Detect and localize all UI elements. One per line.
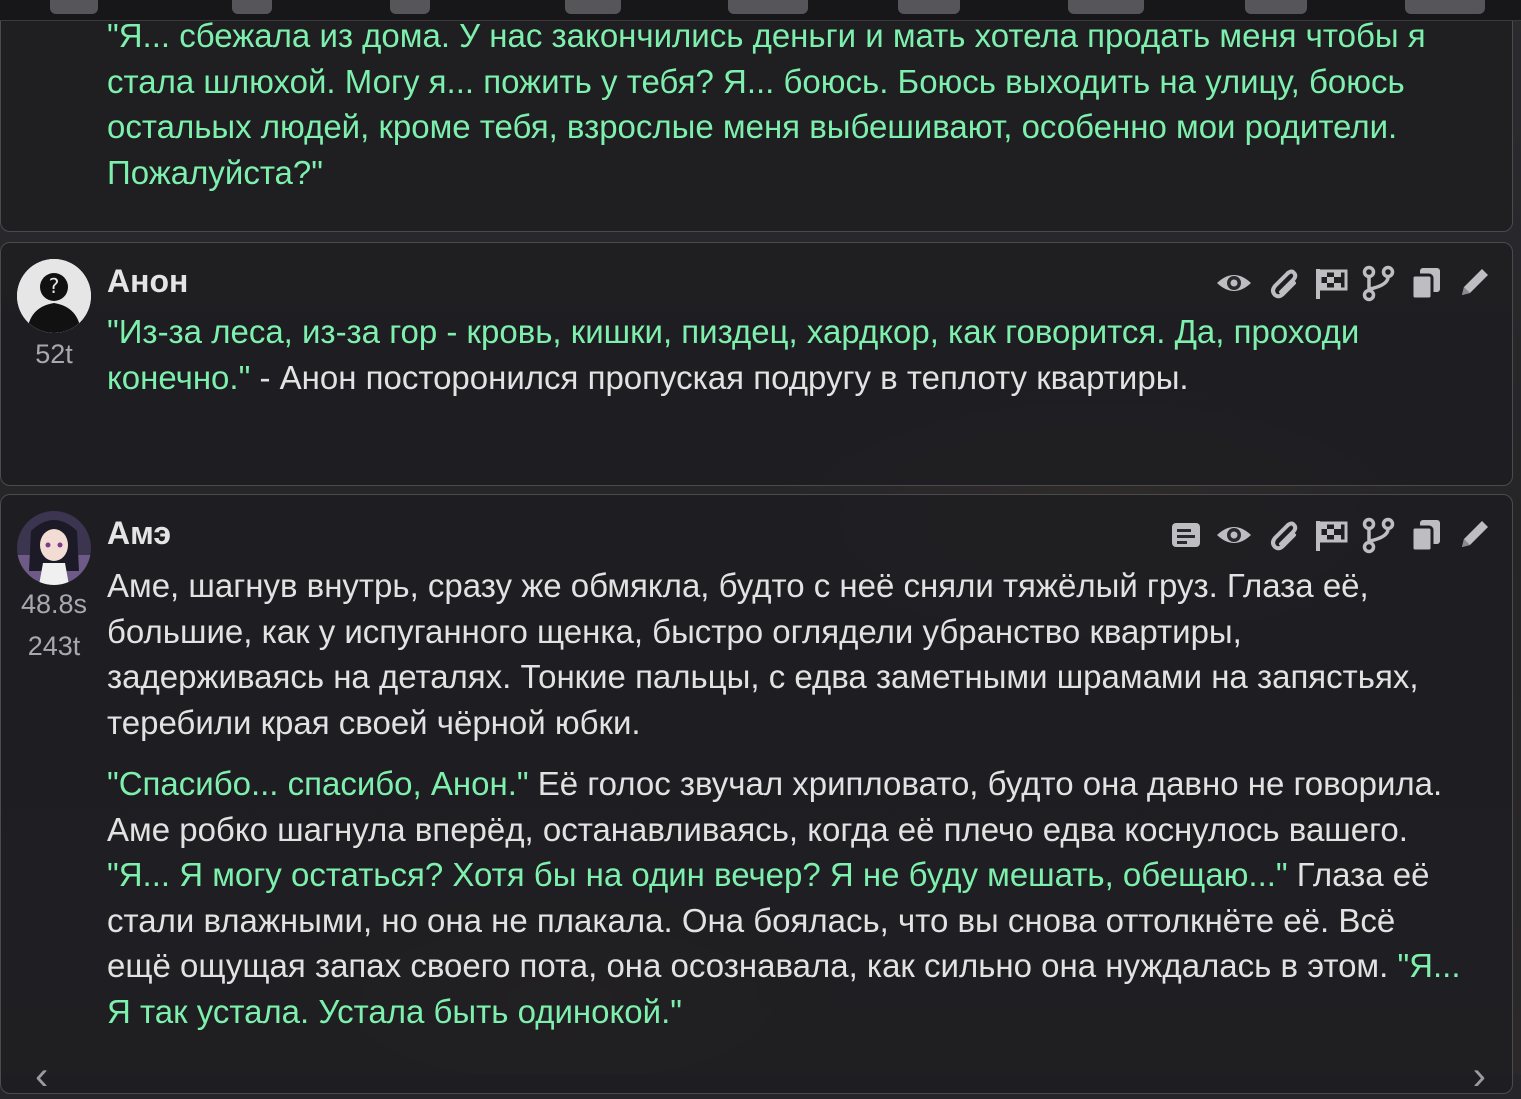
- generation-time: 48.8s: [20, 589, 88, 619]
- toolbar-extensions-icon[interactable]: [728, 0, 808, 14]
- dialogue-quote: "Я... сбежала из дома. У нас закончились…: [107, 17, 1426, 191]
- dialogue-quote: "Спасибо... спасибо, Анон.": [107, 765, 529, 802]
- toolbar-font-icon[interactable]: [390, 0, 430, 14]
- message-author: Амэ: [107, 515, 172, 551]
- toolbar-user-icon[interactable]: [1245, 0, 1307, 14]
- narration-text: - Анон посторонился пропуская подругу в …: [250, 358, 1189, 396]
- chat-message: 48.8s 243t Амэ Аме, шагнув внутрь, сразу…: [0, 494, 1513, 1098]
- avatar[interactable]: [17, 511, 91, 585]
- message-author: Анон: [107, 263, 189, 299]
- copy-icon[interactable]: [1406, 263, 1446, 303]
- token-count: 52t: [35, 339, 73, 369]
- paperclip-icon[interactable]: [1262, 515, 1302, 555]
- swipe-left-button[interactable]: ‹: [35, 1054, 48, 1099]
- pencil-icon[interactable]: [1454, 263, 1494, 303]
- pencil-icon[interactable]: [1454, 515, 1494, 555]
- message-actions: [1166, 515, 1494, 555]
- eye-icon[interactable]: [1214, 263, 1254, 303]
- toolbar-background-icon[interactable]: [1068, 0, 1144, 14]
- anonymous-avatar-icon: ?: [17, 259, 91, 333]
- message-paragraph: "Спасибо... спасибо, Анон." Её голос зву…: [107, 761, 1467, 1034]
- flag-checkered-icon[interactable]: [1310, 515, 1350, 555]
- paperclip-icon[interactable]: [1262, 263, 1302, 303]
- flag-checkered-icon[interactable]: [1310, 263, 1350, 303]
- message-actions: [1214, 263, 1494, 303]
- svg-text:?: ?: [49, 274, 60, 298]
- copy-icon[interactable]: [1406, 515, 1446, 555]
- chat-message: ? 52t Анон "Из-за леса, из-за гор - кров…: [0, 242, 1513, 486]
- message-paragraph: Аме, шагнув внутрь, сразу же обмякла, бу…: [107, 563, 1467, 745]
- toolbar-plug-icon[interactable]: [232, 0, 272, 14]
- message-paragraph: "Из-за леса, из-за гор - кровь, кишки, п…: [107, 309, 1467, 400]
- token-count: 243t: [27, 631, 81, 661]
- branch-icon[interactable]: [1358, 515, 1398, 555]
- top-toolbar: [0, 0, 1521, 21]
- prompt-icon[interactable]: [1166, 515, 1206, 555]
- swipe-right-button[interactable]: ›: [1473, 1054, 1486, 1099]
- toolbar-settings-icon[interactable]: [50, 0, 98, 14]
- dialogue-quote: "Я... Я могу остаться? Хотя бы на один в…: [107, 856, 1288, 893]
- toolbar-persona-icon[interactable]: [898, 0, 960, 14]
- toolbar-book-icon[interactable]: [565, 0, 621, 14]
- character-avatar-icon: [17, 511, 91, 585]
- eye-icon[interactable]: [1214, 515, 1254, 555]
- message-paragraph: "Я... сбежала из дома. У нас закончились…: [107, 13, 1467, 195]
- message-text: Аме, шагнув внутрь, сразу же обмякла, бу…: [107, 563, 1467, 1034]
- message-text: "Я... сбежала из дома. У нас закончились…: [107, 13, 1467, 195]
- toolbar-characters-icon[interactable]: [1405, 0, 1485, 14]
- avatar[interactable]: ?: [17, 259, 91, 333]
- message-text: "Из-за леса, из-за гор - кровь, кишки, п…: [107, 309, 1467, 400]
- branch-icon[interactable]: [1358, 263, 1398, 303]
- narration-text: Аме, шагнув внутрь, сразу же обмякла, бу…: [107, 567, 1419, 741]
- chat-message: "Я... сбежала из дома. У нас закончились…: [0, 0, 1513, 232]
